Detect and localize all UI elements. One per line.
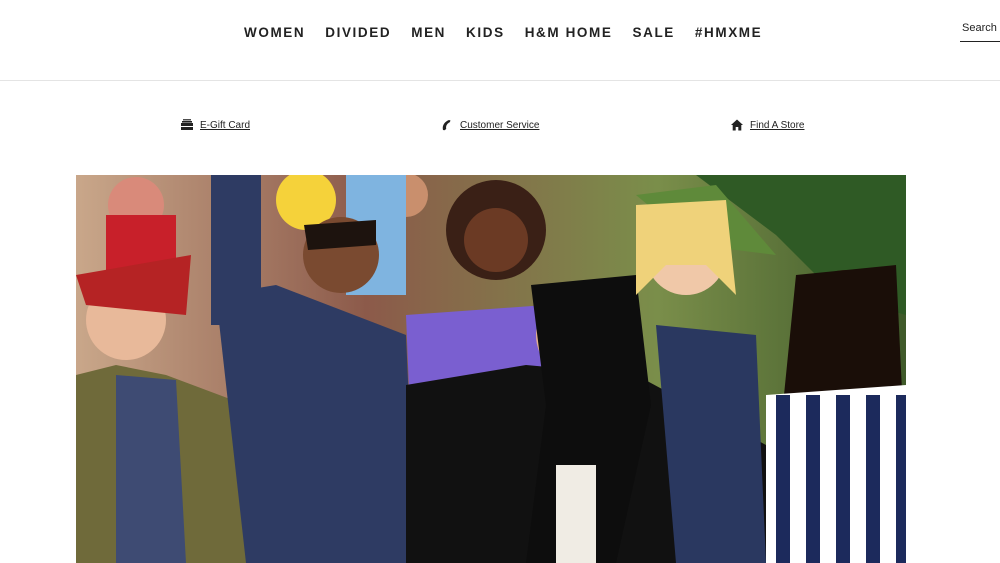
gift-card-icon <box>180 118 194 132</box>
phone-icon <box>440 118 454 132</box>
nav-item-divided[interactable]: DIVIDED <box>325 25 391 41</box>
customer-service-label: Customer Service <box>460 119 540 131</box>
hero-image[interactable] <box>76 175 906 563</box>
e-gift-card-label: E-Gift Card <box>200 119 251 131</box>
hero-illustration <box>76 175 906 563</box>
customer-service-link[interactable]: Customer Service <box>440 118 539 132</box>
house-icon <box>730 118 744 132</box>
nav-item-men[interactable]: MEN <box>411 25 446 41</box>
find-a-store-link[interactable]: Find A Store <box>730 118 804 132</box>
nav-item-kids[interactable]: KIDS <box>466 25 505 41</box>
e-gift-card-link[interactable]: E-Gift Card <box>180 118 250 132</box>
utility-links-bar: E-Gift Card Customer Service Find A Stor… <box>0 118 1000 140</box>
main-navigation: WOMEN DIVIDED MEN KIDS H&M HOME SALE #HM… <box>244 25 782 41</box>
nav-item-hmxme[interactable]: #HMXME <box>695 25 762 41</box>
nav-item-sale[interactable]: SALE <box>632 25 674 41</box>
nav-item-hm-home[interactable]: H&M HOME <box>525 25 613 41</box>
search-input[interactable] <box>960 18 1000 34</box>
find-a-store-label: Find A Store <box>750 119 805 131</box>
nav-item-women[interactable]: WOMEN <box>244 25 305 41</box>
search-box <box>960 18 1000 42</box>
site-header: WOMEN DIVIDED MEN KIDS H&M HOME SALE #HM… <box>0 0 1000 81</box>
